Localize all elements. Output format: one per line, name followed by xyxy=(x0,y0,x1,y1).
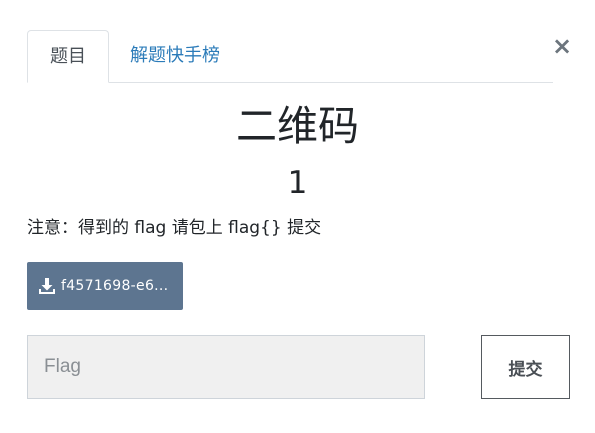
download-filename: f4571698-e6... xyxy=(61,278,169,294)
tab-challenge[interactable]: 题目 xyxy=(27,30,109,83)
challenge-description: 注意：得到的 flag 请包上 flag{} 提交 xyxy=(27,218,322,238)
file-download-button[interactable]: f4571698-e6... xyxy=(27,262,183,310)
tab-bar: 题目 解题快手榜 xyxy=(27,30,553,83)
submit-label: 提交 xyxy=(508,359,543,380)
challenge-modal: 题目 解题快手榜 × 二维码 1 注意：得到的 flag 请包上 flag{} … xyxy=(0,0,595,433)
close-icon: × xyxy=(551,32,573,60)
flag-input[interactable] xyxy=(27,335,425,399)
close-button[interactable]: × xyxy=(551,32,573,60)
submit-button[interactable]: 提交 xyxy=(481,335,570,399)
challenge-name: 二维码 xyxy=(236,102,359,150)
tab-solves[interactable]: 解题快手榜 xyxy=(110,30,240,81)
download-icon xyxy=(39,278,55,294)
challenge-value: 1 xyxy=(287,165,308,201)
